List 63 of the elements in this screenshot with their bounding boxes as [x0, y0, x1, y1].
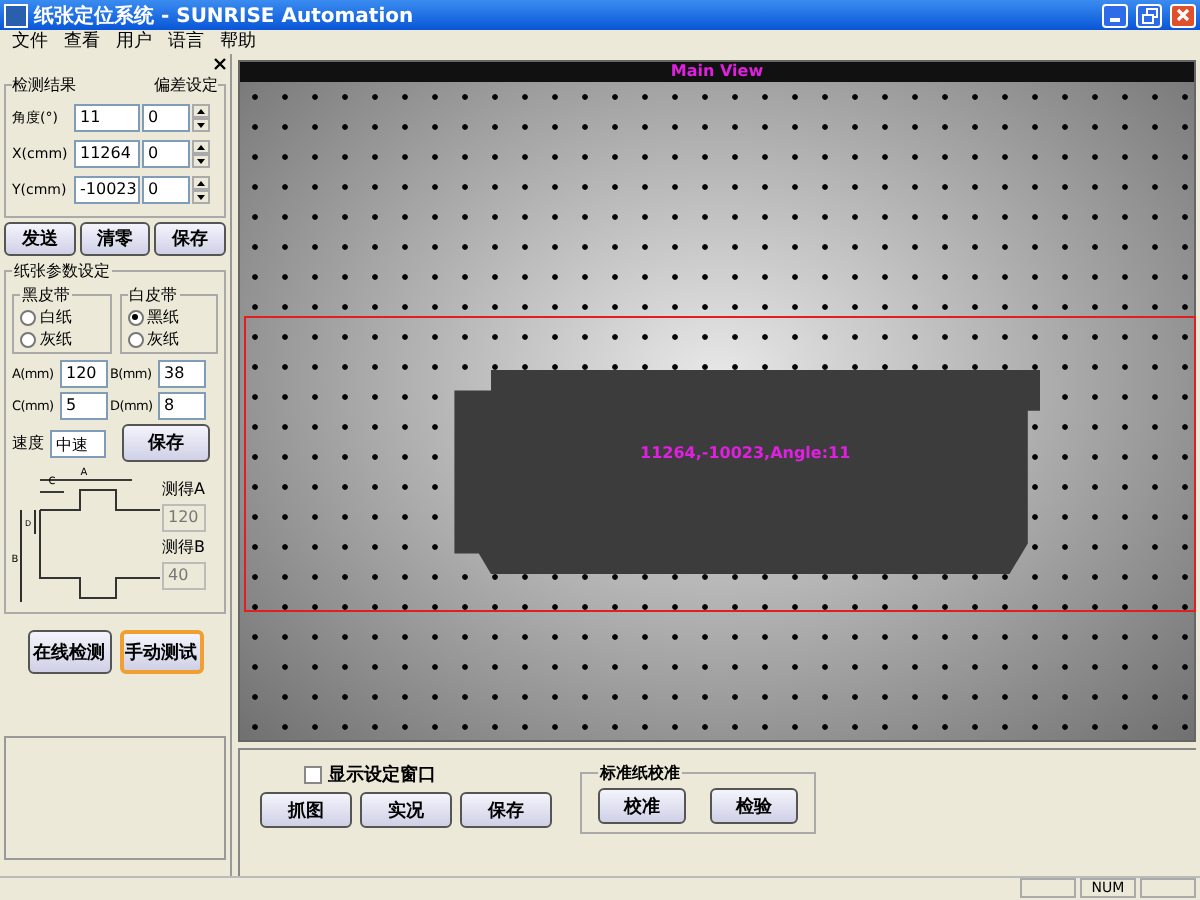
app-icon — [4, 3, 28, 27]
action-button[interactable]: 发送 — [4, 222, 76, 256]
param-field[interactable]: 8 — [158, 392, 206, 420]
view-title: Main View — [240, 62, 1194, 82]
radio-button[interactable] — [20, 331, 36, 347]
spinner-icon[interactable] — [192, 140, 210, 168]
spinner-icon[interactable] — [192, 104, 210, 132]
radio-button[interactable] — [127, 309, 143, 325]
action-button[interactable]: 保存 — [460, 792, 552, 829]
group-title: 白皮带 — [127, 284, 179, 306]
radio-button[interactable] — [127, 331, 143, 347]
param-field[interactable]: 5 — [60, 392, 108, 420]
restore-button[interactable] — [1136, 3, 1162, 27]
status-pane — [1140, 878, 1196, 898]
group-title: 偏差设定 — [154, 74, 218, 96]
save-button[interactable]: 保存 — [122, 424, 210, 462]
radio-label: 灰纸 — [147, 328, 179, 350]
field-label: 速度 — [12, 432, 44, 454]
window-title: 纸张定位系统 - SUNRISE Automation — [34, 2, 416, 29]
action-button[interactable]: 实况 — [360, 792, 452, 829]
menu-item[interactable]: 帮助 — [212, 30, 264, 54]
action-button[interactable]: 保存 — [154, 222, 227, 256]
action-button[interactable]: 校准 — [598, 788, 686, 825]
group-title: 黑皮带 — [20, 284, 72, 306]
action-button[interactable]: 清零 — [79, 222, 151, 256]
value-field[interactable]: -10023 — [74, 176, 140, 204]
field-label: 测得A — [162, 478, 206, 500]
close-icon — [1176, 8, 1190, 22]
offset-field[interactable]: 0 — [142, 176, 190, 204]
action-button[interactable]: 抓图 — [260, 792, 352, 829]
offset-field[interactable]: 0 — [142, 140, 190, 168]
close-button[interactable] — [1170, 3, 1196, 27]
offset-field[interactable]: 0 — [142, 104, 190, 132]
param-field[interactable]: 38 — [158, 360, 206, 388]
menu-item[interactable]: 用户 — [108, 30, 160, 54]
group-title: 检测结果 — [12, 74, 76, 96]
overlay-text: 11264,-10023,Angle:11 — [640, 444, 851, 462]
radio-label: 黑纸 — [147, 306, 179, 328]
group-title: 纸张参数设定 — [12, 260, 112, 282]
param-field[interactable]: 120 — [60, 360, 108, 388]
close-icon[interactable] — [214, 58, 226, 70]
checkbox[interactable] — [304, 766, 322, 785]
value-field[interactable]: 11264 — [74, 140, 140, 168]
radio-label: 白纸 — [40, 306, 72, 328]
menu-item[interactable]: 语言 — [160, 30, 212, 54]
minimize-button[interactable] — [1102, 3, 1128, 27]
restore-icon — [1141, 7, 1157, 23]
status-pane — [1020, 878, 1076, 898]
menu-item[interactable]: 查看 — [56, 30, 108, 54]
field-label: 测得B — [162, 536, 206, 558]
measured-field: 120 — [162, 504, 206, 532]
checkbox-label: 显示设定窗口 — [328, 762, 436, 789]
action-button[interactable]: 检验 — [710, 788, 798, 825]
speed-field[interactable]: 中速 — [50, 429, 106, 457]
group-title: 标准纸校准 — [598, 762, 682, 785]
radio-button[interactable] — [20, 309, 36, 325]
spinner-icon[interactable] — [192, 176, 210, 204]
value-field[interactable]: 11 — [74, 104, 140, 132]
mode-button[interactable]: 手动测试 — [119, 630, 203, 674]
mode-button[interactable]: 在线检测 — [27, 630, 111, 674]
radio-label: 灰纸 — [40, 328, 72, 350]
measured-field: 40 — [162, 562, 206, 590]
menu-item[interactable]: 文件 — [4, 30, 56, 54]
